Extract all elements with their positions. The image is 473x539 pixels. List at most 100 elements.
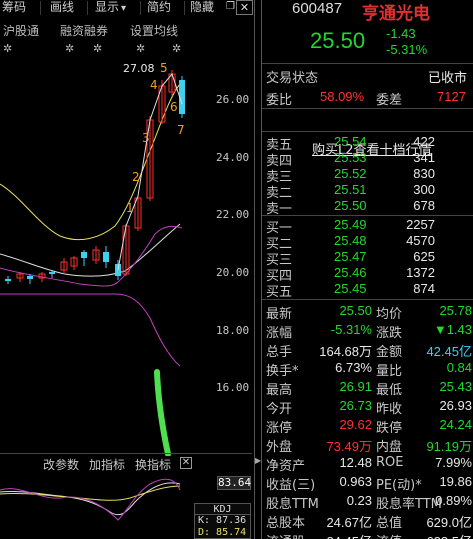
stat-row: 流通股 24.45亿流值 623.5亿 xyxy=(262,531,473,539)
stat-value: 25.78 xyxy=(439,303,472,318)
stat-label: 最高 xyxy=(266,383,293,398)
ask-price: 25.51 xyxy=(334,182,367,197)
price-change: -1.43 xyxy=(386,26,416,41)
stat-value: 6.73% xyxy=(335,360,372,375)
stat-value: 26.73 xyxy=(339,398,372,413)
stat-value: 29.62 xyxy=(339,417,372,432)
margin-trading-tab[interactable]: 融资融券 xyxy=(60,22,108,39)
settings-icon[interactable]: ✲ xyxy=(172,42,181,55)
display-menu-button[interactable]: 显示 ▾ xyxy=(95,0,126,15)
bid-price: 25.47 xyxy=(334,249,367,264)
kdj-j-line xyxy=(0,478,181,521)
stat-value: 0.89% xyxy=(435,493,472,508)
draw-line-button[interactable]: 画线 xyxy=(50,0,74,15)
wave-label: 7 xyxy=(177,123,185,137)
price-tick: 18.00 xyxy=(216,324,250,337)
ask-volume: 341 xyxy=(413,150,435,165)
toolbar-divider xyxy=(140,1,141,15)
close-icon[interactable]: ✕ xyxy=(236,0,253,15)
stat-label: 内盘 xyxy=(376,440,403,455)
edit-params-button[interactable]: 改参数 xyxy=(43,456,79,473)
stat-value: 12.48 xyxy=(339,455,372,470)
toolbar-divider xyxy=(184,1,185,15)
kdj-d-value: D: 85.74 xyxy=(198,527,247,538)
simple-mode-button[interactable]: 简约 xyxy=(147,0,171,15)
bid-price: 25.49 xyxy=(334,217,367,232)
wave-label: 4 xyxy=(150,78,158,92)
bid-volume: 1372 xyxy=(406,265,435,280)
stat-label: 流通股 xyxy=(266,531,305,539)
kline-svg xyxy=(0,70,185,456)
stock-code: 600487 xyxy=(292,0,343,17)
order-diff-label: 委差 xyxy=(376,93,403,108)
divider xyxy=(262,299,473,300)
ma-settings-button[interactable]: 设置均线 xyxy=(130,22,178,39)
ask-price: 25.53 xyxy=(334,150,367,165)
current-price: 25.50 xyxy=(310,28,366,53)
candles-early xyxy=(5,70,185,284)
stat-row: 净资产 12.48 ROE 7.99% xyxy=(262,455,473,474)
settings-icon[interactable]: ✲ xyxy=(65,42,74,55)
stat-value: 623.5亿 xyxy=(426,531,472,539)
chip-button[interactable]: 筹码 xyxy=(2,0,26,15)
settings-icon[interactable]: ✲ xyxy=(3,42,12,55)
divider xyxy=(262,131,473,132)
chart-subbar: 沪股通 融资融券 设置均线 ✲ ✲ ✲ ✲ ✲ xyxy=(0,18,252,56)
bid-volume: 625 xyxy=(413,249,435,264)
bid-volume: 2257 xyxy=(406,217,435,232)
stat-row: 涨停 29.62 跌停 24.24 xyxy=(262,417,473,436)
stat-value: 7.99% xyxy=(435,455,472,470)
close-icon[interactable]: ✕ xyxy=(180,457,192,469)
bid-row: 买五 25.45 874 xyxy=(262,281,473,300)
chart-divider xyxy=(0,453,252,454)
price-tick: 24.00 xyxy=(216,151,250,164)
stat-row: 最高 26.91 最低 25.43 xyxy=(262,379,473,398)
stat-value: 629.0亿 xyxy=(426,515,472,530)
stat-value: 24.45亿 xyxy=(326,531,372,539)
switch-indicator-button[interactable]: 换指标 xyxy=(135,456,171,473)
stat-label: PE(动)* xyxy=(376,478,422,493)
add-indicator-button[interactable]: 加指标 xyxy=(89,456,125,473)
stat-label: 流值 xyxy=(376,531,402,539)
stat-value: 91.19万 xyxy=(426,439,472,454)
bid-price: 25.45 xyxy=(334,281,367,296)
stat-value: 25.43 xyxy=(439,379,472,394)
stat-value: 24.67亿 xyxy=(326,515,372,530)
stat-row: 外盘 73.49万 内盘 91.19万 xyxy=(262,436,473,455)
ask-price: 25.54 xyxy=(334,134,367,149)
stat-value: 24.24 xyxy=(439,417,472,432)
stat-value: 26.91 xyxy=(339,379,372,394)
shanghai-connect-tab[interactable]: 沪股通 xyxy=(3,22,39,39)
price-tick: 20.00 xyxy=(216,266,250,279)
lower-envelope-line xyxy=(0,293,181,367)
stat-label: 净资产 xyxy=(266,459,306,474)
settings-icon[interactable]: ✲ xyxy=(93,42,102,55)
ask-volume: 422 xyxy=(413,134,435,149)
order-diff-value: 7127 xyxy=(437,89,466,104)
price-tick: 16.00 xyxy=(216,381,250,394)
restore-icon[interactable]: ❐ xyxy=(225,0,236,15)
stat-value: -5.31% xyxy=(330,322,372,337)
stat-label: 涨停 xyxy=(266,421,293,436)
stat-label: 总股本 xyxy=(266,516,306,531)
bid-price: 25.48 xyxy=(334,233,367,248)
toolbar-divider xyxy=(40,1,41,15)
stat-row: 涨幅 -5.31% 涨跌 ▼1.43 xyxy=(262,322,473,341)
settings-icon[interactable]: ✲ xyxy=(136,42,145,55)
stat-row: 最新 25.50 均价 25.78 xyxy=(262,303,473,322)
stat-label: 外盘 xyxy=(266,440,293,455)
ask-volume: 830 xyxy=(413,166,435,181)
stat-value: ▼1.43 xyxy=(433,322,472,337)
stat-value: 42.45亿 xyxy=(426,344,472,359)
wave-label: 1 xyxy=(126,201,134,215)
stat-label: 股息TTM xyxy=(266,497,319,512)
collapse-panel-icon[interactable]: ▶ xyxy=(255,453,261,469)
bid-price: 25.46 xyxy=(334,265,367,280)
stat-label: 今开 xyxy=(266,402,293,417)
hide-button[interactable]: 隐藏 xyxy=(190,0,214,15)
trade-status-label: 交易状态 xyxy=(266,71,319,86)
kline-chart[interactable]: 26.00 24.00 22.00 20.00 18.00 16.00 27.0… xyxy=(0,56,252,456)
order-ratio-value: 58.09% xyxy=(320,89,365,104)
order-ratio-label: 委比 xyxy=(266,93,293,108)
display-label: 显示 xyxy=(95,0,120,14)
